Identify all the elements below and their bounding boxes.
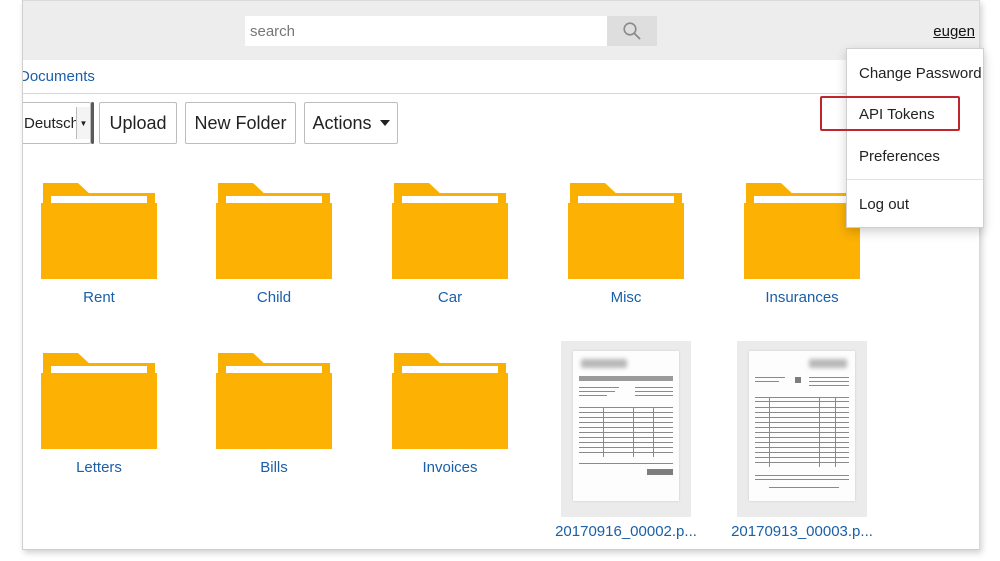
folder-item[interactable]: Child [199,183,349,306]
select-arrow-icon: ▼ [76,107,90,139]
folder-label[interactable]: Car [375,289,525,306]
folder-item[interactable]: Bills [199,353,349,476]
folder-label[interactable]: Misc [551,289,701,306]
folder-icon [41,183,157,279]
divider [23,93,979,94]
actions-button[interactable]: Actions [304,102,398,144]
menu-item-label: Preferences [859,147,940,165]
folder-item[interactable]: Car [375,183,525,306]
caret-down-icon [379,120,390,126]
folder-label[interactable]: Bills [199,459,349,476]
folder-label[interactable]: Invoices [375,459,525,476]
menu-item-label: API Tokens [859,105,935,123]
document-item[interactable]: 20170916_00002.p... [551,341,701,540]
top-bar: eugen [23,0,979,60]
user-dropdown-menu: Change Password API Tokens Preferences L… [846,48,984,228]
folder-item[interactable]: Letters [24,353,174,476]
folder-item[interactable]: Invoices [375,353,525,476]
new-folder-button-label: New Folder [194,112,287,133]
folder-icon [41,353,157,449]
folder-icon [568,183,684,279]
app-window: eugen Documents Deutsch ▼ Upload New Fol… [22,0,980,550]
folder-item[interactable]: Rent [24,183,174,306]
menu-item-log-out[interactable]: Log out [847,187,983,221]
folder-icon [392,353,508,449]
folder-icon [744,183,860,279]
menu-item-label: Log out [859,195,910,213]
search-input[interactable] [245,16,607,46]
menu-item-change-password[interactable]: Change Password [847,56,983,90]
breadcrumb-documents[interactable]: Documents [23,68,95,85]
folder-label[interactable]: Letters [24,459,174,476]
upload-button[interactable]: Upload [99,102,177,144]
folder-label[interactable]: Rent [24,289,174,306]
folder-item[interactable]: Misc [551,183,701,306]
menu-item-api-tokens[interactable]: API Tokens [847,97,983,131]
search-button[interactable] [607,16,657,46]
folder-icon [216,183,332,279]
menu-item-preferences[interactable]: Preferences [847,139,983,173]
document-label[interactable]: 20170913_00003.p... [727,523,877,540]
language-select-value: Deutsch [24,114,80,132]
document-thumbnail [737,341,867,517]
folder-icon [392,183,508,279]
upload-button-label: Upload [109,112,167,133]
menu-divider [847,179,983,180]
document-item[interactable]: 20170913_00003.p... [727,341,877,540]
language-select[interactable]: Deutsch ▼ [23,102,91,144]
actions-button-label: Actions [312,112,372,133]
search-icon [623,22,641,40]
folder-label[interactable]: Insurances [727,289,877,306]
folder-label[interactable]: Child [199,289,349,306]
menu-item-label: Change Password [859,64,982,82]
user-menu-link[interactable]: eugen [933,23,975,40]
document-thumbnail [561,341,691,517]
folder-icon [216,353,332,449]
language-select-edge [91,102,94,144]
document-label[interactable]: 20170916_00002.p... [551,523,701,540]
new-folder-button[interactable]: New Folder [185,102,296,144]
